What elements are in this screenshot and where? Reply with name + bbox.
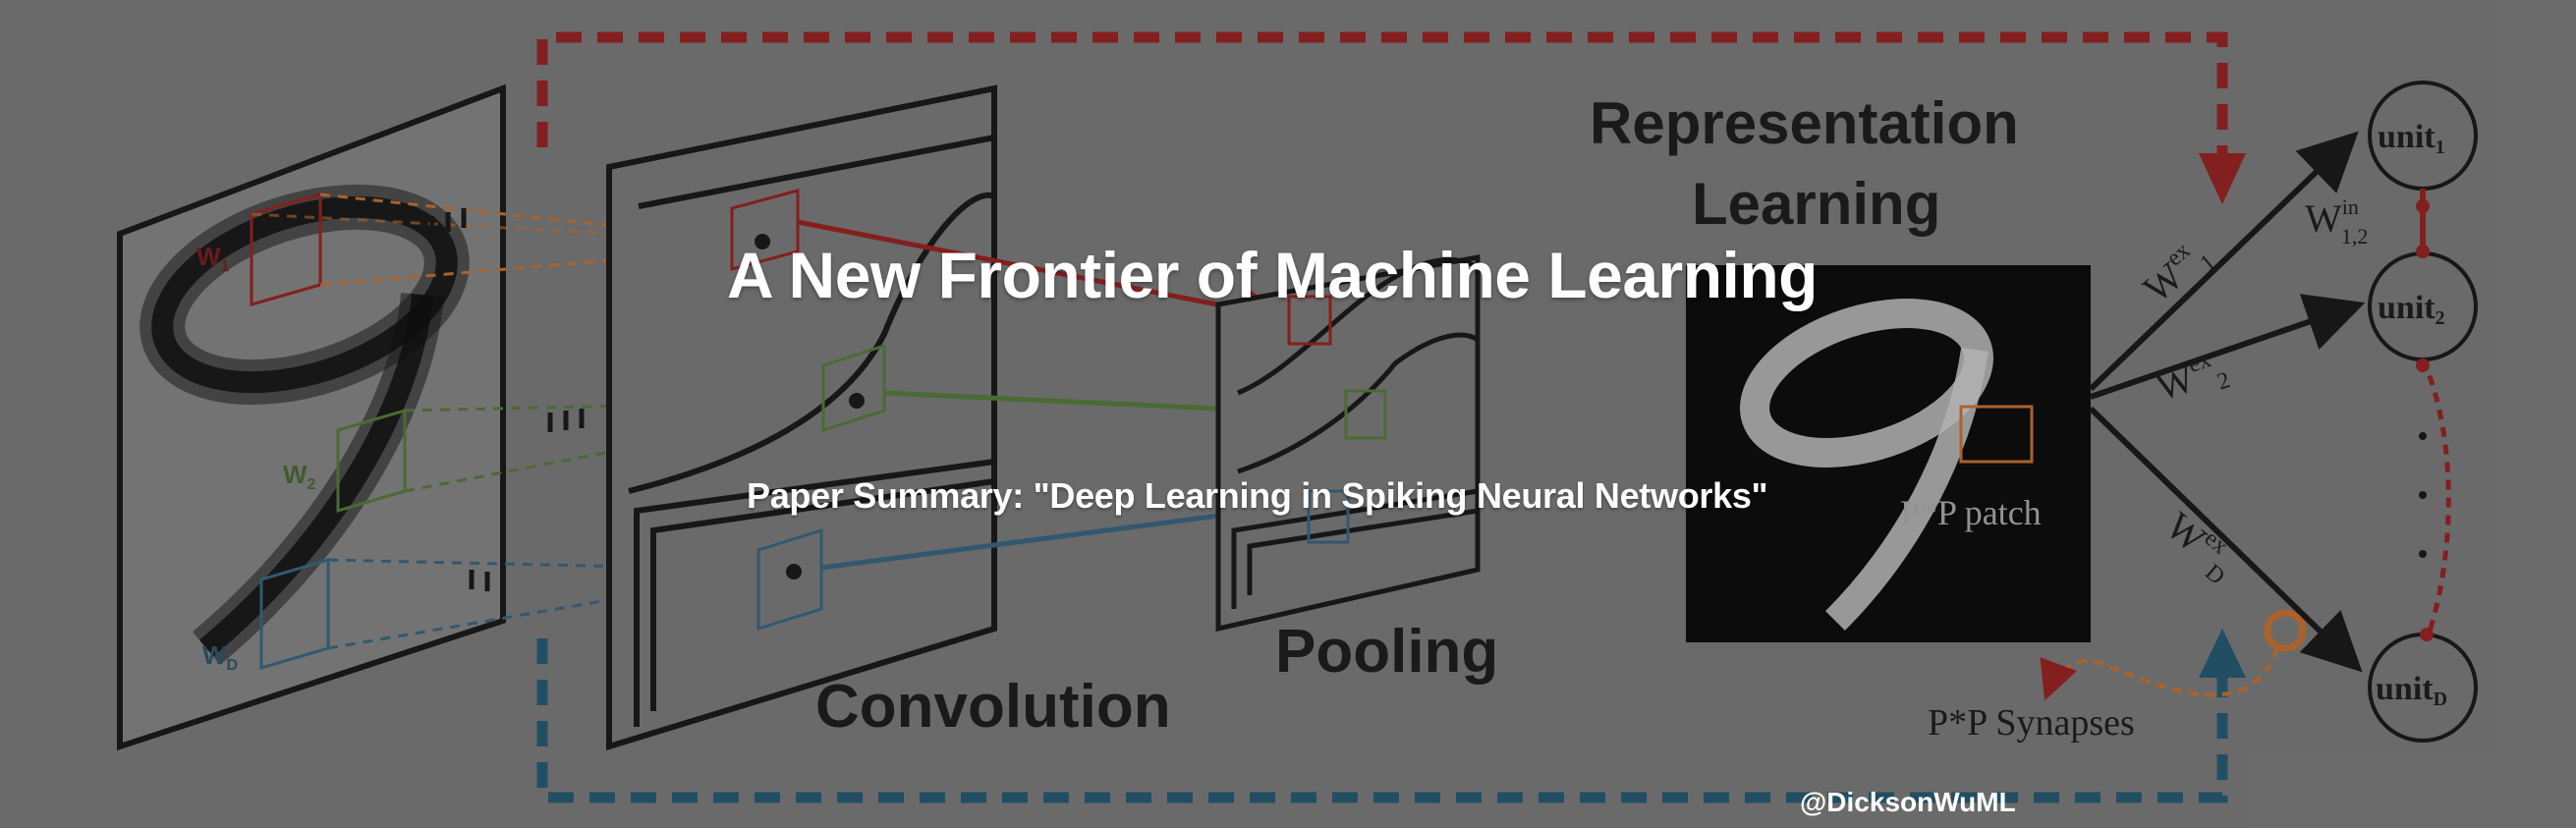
banner-canvas: W1 W2 WD Convolution Pooling Representat… <box>0 0 2576 828</box>
dim-overlay <box>0 0 2576 828</box>
banner-subtitle: Paper Summary: "Deep Learning in Spiking… <box>747 475 1768 516</box>
banner-title: A New Frontier of Machine Learning <box>727 239 1819 311</box>
author-handle: @DicksonWuML <box>1800 787 2016 817</box>
